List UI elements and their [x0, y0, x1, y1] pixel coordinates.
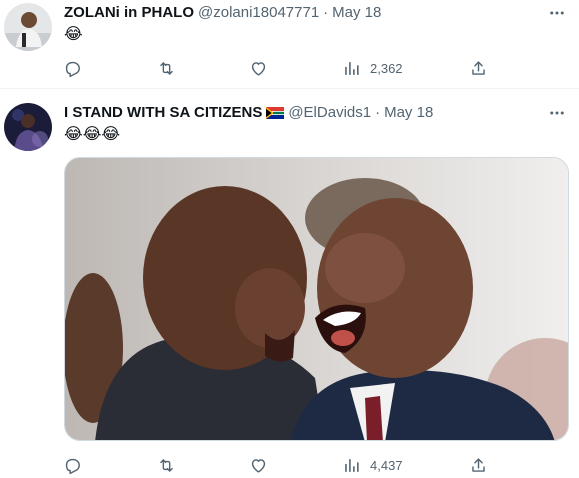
south-africa-flag-icon [266, 107, 285, 119]
views-button[interactable]: 4,437 [342, 450, 403, 478]
user-handle[interactable]: @ElDavids1 [288, 103, 371, 123]
heart-icon [251, 458, 266, 473]
views-button[interactable]: 2,362 [342, 53, 403, 83]
reply-button[interactable] [63, 53, 82, 83]
separator: · [323, 4, 329, 21]
display-name[interactable]: I STAND WITH SA CITIZENS [64, 103, 262, 123]
separator: · [375, 104, 381, 121]
bar-chart-icon [345, 61, 359, 75]
tweet-text: 😂😂😂 [64, 126, 121, 143]
share-icon [472, 457, 485, 472]
avatar[interactable] [4, 103, 52, 151]
tweet-date[interactable]: May 18 [384, 103, 433, 123]
like-button[interactable] [249, 450, 268, 478]
more-horizontal-icon[interactable] [547, 103, 567, 123]
tweet-header: I STAND WITH SA CITIZENS @ElDavids1 · Ma… [64, 103, 433, 123]
like-button[interactable] [249, 53, 268, 83]
reply-button[interactable] [63, 450, 82, 478]
action-bar: 4,437 [52, 450, 492, 478]
more-horizontal-icon[interactable] [547, 3, 567, 23]
avatar[interactable] [4, 3, 52, 51]
views-count: 2,362 [370, 60, 403, 76]
share-button[interactable] [469, 53, 488, 83]
display-name[interactable]: ZOLANi in PHALO [64, 3, 194, 23]
reply-icon [65, 61, 80, 77]
retweet-button[interactable] [157, 450, 176, 478]
tweet-header: ZOLANi in PHALO @zolani18047771 · May 18 [64, 3, 381, 23]
action-bar: 2,362 [52, 53, 492, 83]
retweet-icon [160, 61, 173, 75]
reply-icon [65, 458, 80, 474]
tweet-text: 😂 [64, 26, 83, 43]
heart-icon [251, 61, 266, 76]
tweet-photo[interactable] [64, 157, 569, 441]
views-count: 4,437 [370, 457, 403, 473]
tweet[interactable]: ZOLANi in PHALO @zolani18047771 · May 18… [0, 0, 579, 89]
bar-chart-icon [345, 458, 359, 472]
retweet-icon [160, 458, 173, 472]
user-handle[interactable]: @zolani18047771 [198, 3, 319, 23]
share-button[interactable] [469, 450, 488, 478]
tweet-date[interactable]: May 18 [332, 3, 381, 23]
retweet-button[interactable] [157, 53, 176, 83]
tweet[interactable]: I STAND WITH SA CITIZENS @ElDavids1 · Ma… [0, 89, 579, 478]
share-icon [472, 60, 485, 75]
